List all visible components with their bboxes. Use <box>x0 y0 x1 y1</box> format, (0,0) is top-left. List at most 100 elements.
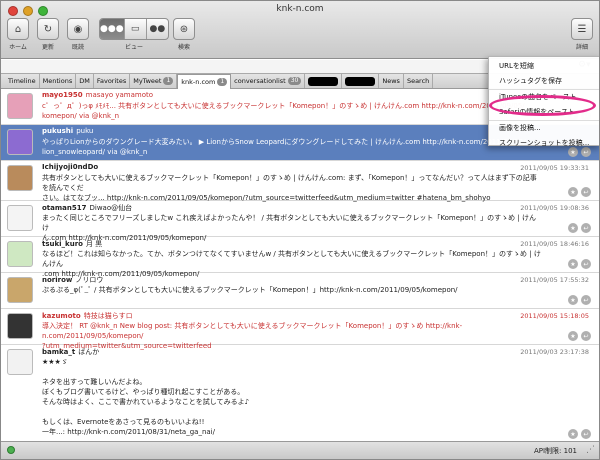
tweet-text: ぷるぷる_φ(ﾟ_ﾟ / 共有ボタンとしても大いに使えるブックマークレット「Ko… <box>42 286 458 294</box>
tab-0[interactable]: Timeline <box>5 74 40 88</box>
view-segment-3[interactable]: ●● <box>147 19 168 39</box>
tweet-author[interactable]: bamka_t ばんか <box>42 347 99 357</box>
author-name: pukushi <box>42 127 74 135</box>
author-display-name: ばんか <box>78 348 100 356</box>
author-name: mayo1950 <box>42 91 83 99</box>
tweet-actions: ★↩ <box>568 429 591 439</box>
search-label: 検索 <box>177 44 190 51</box>
star-icon[interactable]: ★ <box>568 259 578 269</box>
tab-3[interactable]: Favorites <box>94 74 131 88</box>
tweet-timestamp: 2011/09/05 19:08:36 <box>520 204 589 212</box>
tweet-actions: ★↩ <box>568 295 591 305</box>
tab-8[interactable] <box>342 74 380 88</box>
avatar[interactable] <box>7 277 33 303</box>
tab-10[interactable]: Search <box>404 74 434 88</box>
author-name: bamka_t <box>42 348 76 356</box>
menu-item-3[interactable]: Safariの情報をペースト <box>489 105 599 121</box>
star-icon[interactable]: ★ <box>568 187 578 197</box>
tab-6[interactable]: conversationlist 30 <box>231 74 306 88</box>
star-icon[interactable]: ★ <box>568 429 578 439</box>
tab-5[interactable]: knk-n.com 1 <box>177 74 232 89</box>
reply-icon[interactable]: ↩ <box>581 429 591 439</box>
reload-button[interactable]: ↻ <box>37 18 59 40</box>
avatar[interactable] <box>7 205 33 231</box>
tweet-actions: ★↩ <box>568 259 591 269</box>
tab-label: knk-n.com <box>181 78 216 86</box>
detail-label: 詳細 <box>575 44 588 51</box>
avatar[interactable] <box>7 313 33 339</box>
tweet-timestamp: 2011/09/05 19:33:31 <box>520 164 589 172</box>
star-icon[interactable]: ★ <box>568 223 578 233</box>
tweet-timestamp: 2011/09/05 15:18:05 <box>520 312 589 320</box>
detail-button[interactable]: ☰ <box>571 18 593 40</box>
author-name: Ichijyoji0ndDo <box>42 163 99 171</box>
avatar[interactable] <box>7 349 33 375</box>
avatar[interactable] <box>7 93 33 119</box>
author-display-name: 特技は猫らすロ <box>83 312 133 320</box>
tab-count-badge: 1 <box>163 77 174 85</box>
menu-item-4[interactable]: 画像を投稿... <box>489 121 599 136</box>
window-title: knk-n.com <box>276 4 324 14</box>
check-circle-icon: ◉ <box>73 23 83 35</box>
tweet-author[interactable]: norirow ノリロウ <box>42 275 103 285</box>
tweet-author[interactable]: tsuki_kuro 月 黒 <box>42 239 102 249</box>
star-icon[interactable]: ★ <box>568 295 578 305</box>
resize-grip-icon[interactable]: ⋰ <box>586 445 595 455</box>
view-label: ビュー <box>124 44 143 51</box>
tab-1[interactable]: Mentions <box>40 74 77 88</box>
app-window: knk-n.com ⌂ ホーム ↻ 更新 ◉ 既読 ●●● ▭ ●● ビュー ⊛… <box>0 0 600 460</box>
reply-icon[interactable]: ↩ <box>581 259 591 269</box>
menu-item-2[interactable]: iTunesの曲名をペースト <box>489 90 599 105</box>
menu-item-0[interactable]: URLを短縮 <box>489 59 599 74</box>
tab-7[interactable] <box>305 74 343 88</box>
home-label: ホーム <box>9 44 27 51</box>
tab-4[interactable]: MyTweet 1 <box>130 74 178 88</box>
mark-read-button[interactable]: ◉ <box>67 18 89 40</box>
tab-label: MyTweet <box>133 77 162 85</box>
menu-item-5[interactable]: スクリーンショットを投稿... <box>489 136 599 151</box>
avatar[interactable] <box>7 129 33 155</box>
tweet-author[interactable]: pukushi puku <box>42 127 93 135</box>
tab-count-badge: 1 <box>217 78 228 86</box>
author-name: otaman517 <box>42 204 87 212</box>
home-icon: ⌂ <box>14 23 22 35</box>
tab-label: Mentions <box>42 77 73 85</box>
tweet-timestamp: 2011/09/05 17:55:32 <box>520 276 589 284</box>
tweet-author[interactable]: otaman517 Diwao@仙台 <box>42 203 132 213</box>
tweet-author[interactable]: mayo1950 masayo yamamoto <box>42 91 153 99</box>
redacted-tab-label <box>308 76 339 86</box>
tweet-actions: ★↩ <box>568 331 591 341</box>
tweet-row[interactable]: otaman517 Diwao@仙台 2011/09/05 19:08:36 まったく… <box>1 201 599 242</box>
tweet-actions: ★↩ <box>568 187 591 197</box>
menu-item-1[interactable]: ハッシュタグを保存 <box>489 74 599 90</box>
tab-9[interactable]: News <box>379 74 404 88</box>
redacted-tab-label <box>345 76 376 86</box>
tweet-text: ★★★ゞ ネタを出すって難しいんだよね。 ぼくもブログ書いてるけど、やっぱり種切… <box>42 358 250 436</box>
star-icon[interactable]: ★ <box>568 331 578 341</box>
reply-icon[interactable]: ↩ <box>581 187 591 197</box>
tweet-row[interactable]: norirow ノリロウ 2011/09/05 17:55:32 ぷるぷる_φ(ﾟ_ﾟ… <box>1 273 599 309</box>
search-button[interactable]: ⊛ <box>173 18 195 40</box>
tweet-row[interactable]: bamka_t ばんか 2011/09/03 23:17:38 ★★★ゞ ネタを出すっ… <box>1 345 599 441</box>
tweet-author[interactable]: kazumoto 特技は猫らすロ <box>42 311 133 321</box>
home-button[interactable]: ⌂ <box>7 18 29 40</box>
avatar[interactable] <box>7 241 33 267</box>
reply-icon[interactable]: ↩ <box>581 223 591 233</box>
tweet-author[interactable]: Ichijyoji0ndDo <box>42 163 101 171</box>
view-segment-1[interactable]: ●●● <box>100 19 125 39</box>
api-limit-label: API制限: 101 <box>533 447 577 455</box>
view-segmented-control[interactable]: ●●● ▭ ●● <box>99 18 169 40</box>
tweet-row[interactable]: kazumoto 特技は猫らすロ 2011/09/05 15:18:05 導入決定！ … <box>1 309 599 350</box>
reply-icon[interactable]: ↩ <box>581 295 591 305</box>
title-bar: knk-n.com ⌂ ホーム ↻ 更新 ◉ 既読 ●●● ▭ ●● ビュー ⊛… <box>1 1 599 59</box>
tab-2[interactable]: DM <box>76 74 94 88</box>
tweet-row[interactable]: Ichijyoji0ndDo 2011/09/05 19:33:31 共有ボタンとし… <box>1 161 599 202</box>
author-display-name: puku <box>76 127 94 135</box>
author-display-name: masayo yamamoto <box>85 91 154 99</box>
tab-label: Search <box>406 77 430 85</box>
reply-icon[interactable]: ↩ <box>581 331 591 341</box>
tweet-text: やっぱりLionからのダウングレード大変みたい。 ▶ LionからSnow Le… <box>42 138 526 156</box>
avatar[interactable] <box>7 165 33 191</box>
tweet-row[interactable]: tsuki_kuro 月 黒 2011/09/05 18:46:16 なるほど！これは… <box>1 237 599 278</box>
view-segment-2[interactable]: ▭ <box>125 19 147 39</box>
